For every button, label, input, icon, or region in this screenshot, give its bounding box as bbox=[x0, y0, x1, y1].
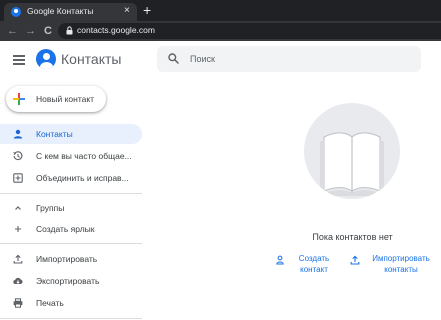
main-menu-icon[interactable] bbox=[13, 55, 25, 65]
new-tab-button[interactable]: + bbox=[143, 2, 151, 18]
printer-icon bbox=[13, 298, 23, 308]
sidebar-item-export[interactable]: Экспортировать bbox=[0, 271, 142, 291]
merge-icon bbox=[13, 173, 23, 183]
forward-arrow-icon[interactable]: → bbox=[25, 23, 36, 39]
import-contacts-line1: Импортировать bbox=[372, 254, 430, 263]
browser-tab[interactable]: Google Контакты × bbox=[4, 3, 137, 21]
sidebar-item-label: Контакты bbox=[36, 129, 73, 139]
sidebar-divider bbox=[0, 243, 142, 244]
open-book-icon bbox=[320, 132, 384, 196]
sidebar-item-import[interactable]: Импортировать bbox=[0, 249, 142, 269]
sidebar-divider bbox=[0, 193, 142, 194]
app-title: Контакты bbox=[61, 51, 122, 67]
sidebar-item-label: Объединить и исправ... bbox=[36, 173, 129, 183]
sidebar-item-merge[interactable]: Объединить и исправ... bbox=[0, 168, 142, 188]
address-bar[interactable]: contacts.google.com bbox=[58, 23, 441, 39]
create-contact-line1: Создать bbox=[298, 254, 330, 263]
sidebar-item-frequent[interactable]: С кем вы часто общае... bbox=[0, 146, 142, 166]
create-contact-label: Новый контакт bbox=[36, 94, 95, 104]
sidebar-divider bbox=[0, 318, 142, 319]
create-contact-line2: контакт bbox=[300, 265, 328, 274]
sidebar-item-label: Экспортировать bbox=[36, 276, 100, 286]
import-contacts-line2: контакты bbox=[384, 265, 418, 274]
back-arrow-icon[interactable]: ← bbox=[7, 23, 18, 39]
sidebar-item-label: Печать bbox=[36, 298, 64, 308]
labels-header[interactable]: Группы bbox=[0, 198, 142, 218]
person-icon bbox=[13, 129, 23, 139]
search-input[interactable]: Поиск bbox=[157, 46, 421, 72]
labels-header-text: Группы bbox=[36, 203, 65, 213]
upload-icon bbox=[350, 255, 360, 265]
url-text: contacts.google.com bbox=[77, 25, 155, 35]
create-label-text: Создать ярлык bbox=[36, 224, 95, 234]
contacts-favicon-icon bbox=[11, 7, 21, 17]
cloud-download-icon bbox=[13, 277, 23, 285]
plus-small-icon bbox=[15, 226, 21, 232]
history-icon bbox=[13, 151, 23, 161]
empty-book-illustration bbox=[304, 103, 400, 199]
sidebar-item-label: С кем вы часто общае... bbox=[36, 151, 132, 161]
upload-icon bbox=[13, 254, 23, 264]
create-contact-button[interactable]: Новый контакт bbox=[6, 86, 106, 112]
contacts-logo-icon bbox=[36, 49, 56, 69]
create-label-item[interactable]: Создать ярлык bbox=[0, 219, 142, 239]
lock-icon bbox=[66, 26, 73, 35]
search-placeholder: Поиск bbox=[190, 54, 215, 64]
empty-state-message: Пока контактов нет bbox=[312, 232, 393, 242]
sidebar-item-print[interactable]: Печать bbox=[0, 293, 142, 313]
import-contacts-action[interactable]: Импортировать контакты bbox=[350, 252, 436, 276]
search-icon bbox=[168, 53, 179, 64]
chevron-up-icon bbox=[15, 206, 21, 210]
sidebar-item-contacts[interactable]: Контакты bbox=[0, 124, 142, 144]
browser-tab-strip: Google Контакты × + bbox=[0, 0, 441, 21]
plus-icon bbox=[13, 93, 25, 105]
tab-title: Google Контакты bbox=[27, 6, 94, 16]
reload-icon[interactable]: C bbox=[44, 23, 52, 39]
create-contact-action[interactable]: Создать контакт bbox=[276, 252, 346, 276]
tab-close-icon[interactable]: × bbox=[124, 5, 130, 17]
browser-toolbar: ← → C contacts.google.com bbox=[0, 21, 441, 41]
sidebar-item-label: Импортировать bbox=[36, 254, 98, 264]
person-add-icon bbox=[276, 255, 284, 265]
